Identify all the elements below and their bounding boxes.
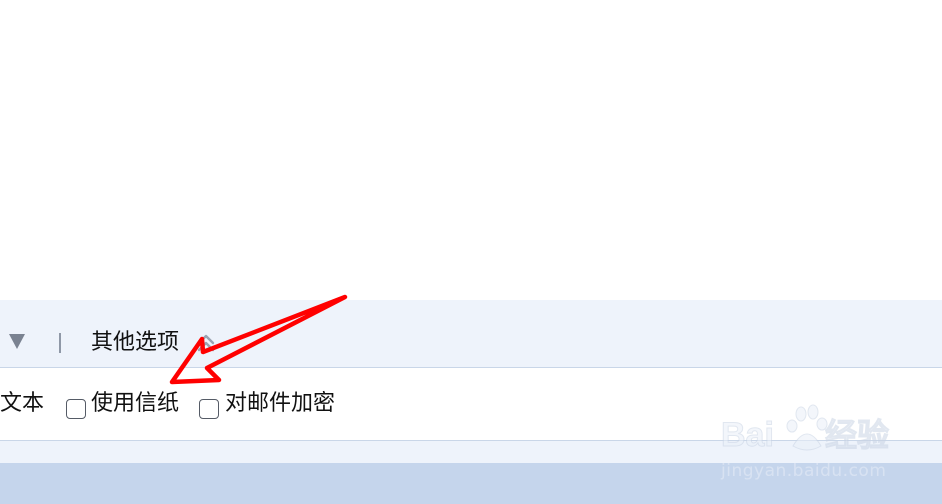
encrypt-mail-checkbox[interactable] [199,399,219,419]
other-options-bar: 其他选项 [0,300,942,368]
other-options-toggle[interactable]: 其他选项 [91,328,179,358]
watermark-url: jingyan.baidu.com [721,461,887,481]
baidu-jingyan-watermark: Bai 经验 jingyan.baidu.com [721,402,891,482]
editor-blank-area[interactable] [0,0,942,300]
svg-text:经验: 经验 [825,417,889,453]
triangle-down-icon[interactable] [9,334,25,349]
baidu-logo-icon: Bai 经验 [721,404,890,455]
text-option-label: 文本 [0,391,45,416]
compose-options-page: 其他选项 文本 使用信纸 对邮件加密 Bai 经验 jingyan.baidu.… [0,0,942,504]
use-stationery-checkbox[interactable] [66,399,86,419]
toolbar-separator [59,333,61,353]
encrypt-mail-label[interactable]: 对邮件加密 [225,389,335,419]
double-chevron-up-icon[interactable] [197,333,215,353]
use-stationery-label[interactable]: 使用信纸 [91,389,179,419]
svg-text:Bai: Bai [721,416,774,454]
